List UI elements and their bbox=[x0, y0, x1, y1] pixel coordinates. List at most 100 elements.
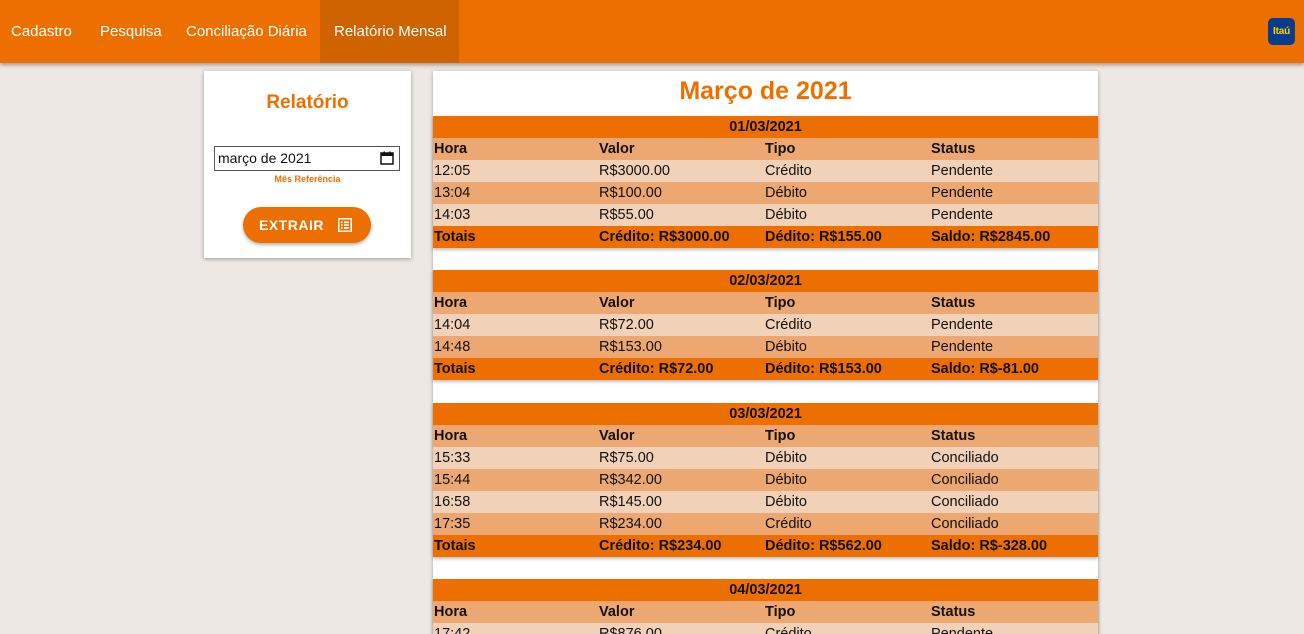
table-row: 12:05 R$3000.00 Crédito Pendente bbox=[433, 160, 1098, 182]
table-cell: 17:35 bbox=[434, 516, 471, 532]
table-cell: Débito bbox=[765, 207, 807, 223]
monthly-report: Março de 2021 01/03/2021 Hora Valor Tipo Sta… bbox=[433, 71, 1098, 634]
table-row: 14:48 R$153.00 Débito Pendente bbox=[433, 336, 1098, 358]
report-title: Março de 2021 bbox=[679, 77, 852, 105]
table-cell: Conciliado bbox=[931, 472, 999, 488]
totals-cell: Saldo: R$-81.00 bbox=[931, 361, 1039, 377]
table-row: 14:04 R$72.00 Crédito Pendente bbox=[433, 314, 1098, 336]
totals-cell: Dédito: R$562.00 bbox=[765, 538, 882, 554]
column-header: Status bbox=[931, 428, 976, 444]
calendar-icon[interactable] bbox=[380, 151, 394, 165]
table-cell: R$342.00 bbox=[599, 472, 662, 488]
table-cell: Débito bbox=[765, 450, 807, 466]
table-cell: R$876.00 bbox=[599, 626, 662, 634]
nav-item-pesquisa[interactable]: Pesquisa bbox=[86, 0, 176, 63]
table-cell: Crédito bbox=[765, 163, 812, 179]
table-cell: Crédito bbox=[765, 317, 812, 333]
list-icon bbox=[338, 218, 352, 232]
totals-cell: Saldo: R$-328.00 bbox=[931, 538, 1048, 554]
table-cell: R$72.00 bbox=[599, 317, 654, 333]
table-cell: Crédito bbox=[765, 626, 812, 634]
column-header: Tipo bbox=[765, 141, 796, 157]
table-cell: 13:04 bbox=[434, 185, 471, 201]
totals-cell: Totais bbox=[434, 538, 476, 554]
month-input-value: março de 2021 bbox=[218, 150, 312, 166]
table-row: 15:33 R$75.00 Débito Conciliado bbox=[433, 447, 1098, 469]
table-cell: 14:04 bbox=[434, 317, 471, 333]
day-date-header: 04/03/2021 bbox=[433, 579, 1098, 601]
nav-item-conciliacao-diaria[interactable]: Conciliação Diária bbox=[172, 0, 321, 63]
day-table: 01/03/2021 Hora Valor Tipo Status 12:05 R$3000… bbox=[433, 116, 1098, 248]
totals-row: Totais Crédito: R$3000.00 Dédito: R$155.00… bbox=[433, 226, 1098, 248]
table-cell: Débito bbox=[765, 494, 807, 510]
extract-button[interactable]: EXTRAIR bbox=[243, 207, 371, 243]
table-cell: R$3000.00 bbox=[599, 163, 670, 179]
totals-cell: Crédito: R$72.00 bbox=[599, 361, 714, 377]
table-cell: 15:44 bbox=[434, 472, 471, 488]
month-input[interactable]: março de 2021 bbox=[214, 146, 400, 171]
column-header-row: Hora Valor Tipo Status bbox=[433, 601, 1098, 623]
table-row: 17:42 R$876.00 Crédito Pendente bbox=[433, 623, 1098, 634]
day-date-header: 03/03/2021 bbox=[433, 403, 1098, 425]
table-row: 16:58 R$145.00 Débito Conciliado bbox=[433, 491, 1098, 513]
table-cell: 16:58 bbox=[434, 494, 471, 510]
day-table: 02/03/2021 Hora Valor Tipo Status 14:04 R$72.0… bbox=[433, 270, 1098, 380]
column-header: Tipo bbox=[765, 428, 796, 444]
filter-card-title: Relatório bbox=[266, 92, 349, 113]
table-cell: Pendente bbox=[931, 317, 994, 333]
totals-cell: Dédito: R$155.00 bbox=[765, 229, 882, 245]
table-cell: Débito bbox=[765, 185, 807, 201]
table-cell: R$234.00 bbox=[599, 516, 662, 532]
totals-row: Totais Crédito: R$72.00 Dédito: R$153.00 Sa… bbox=[433, 358, 1098, 380]
itau-logo: Itaú bbox=[1268, 18, 1295, 45]
day-date-header: 02/03/2021 bbox=[433, 270, 1098, 292]
table-cell: 17:42 bbox=[434, 626, 471, 634]
nav-item-relatorio-mensal[interactable]: Relatório Mensal bbox=[320, 0, 459, 63]
report-filter-card: Relatório março de 2021 Mês Referência E… bbox=[204, 71, 411, 258]
column-header: Valor bbox=[599, 295, 635, 311]
table-cell: R$145.00 bbox=[599, 494, 662, 510]
table-cell: Débito bbox=[765, 472, 807, 488]
table-cell: Pendente bbox=[931, 339, 994, 355]
column-header-row: Hora Valor Tipo Status bbox=[433, 292, 1098, 314]
table-cell: Pendente bbox=[931, 163, 994, 179]
totals-cell: Saldo: R$2845.00 bbox=[931, 229, 1051, 245]
table-cell: Crédito bbox=[765, 516, 812, 532]
column-header-row: Hora Valor Tipo Status bbox=[433, 425, 1098, 447]
table-cell: R$55.00 bbox=[599, 207, 654, 223]
column-header: Tipo bbox=[765, 604, 796, 620]
day-date-header: 01/03/2021 bbox=[433, 116, 1098, 138]
day-table: 04/03/2021 Hora Valor Tipo Status 17:42 R$876.… bbox=[433, 579, 1098, 634]
table-row: 14:03 R$55.00 Débito Pendente bbox=[433, 204, 1098, 226]
extract-button-label: EXTRAIR bbox=[259, 217, 324, 233]
table-row: 13:04 R$100.00 Débito Pendente bbox=[433, 182, 1098, 204]
table-cell: Conciliado bbox=[931, 494, 999, 510]
day-table: 03/03/2021 Hora Valor Tipo Status 15:33 R$75.0… bbox=[433, 403, 1098, 557]
column-header: Status bbox=[931, 295, 976, 311]
column-header-row: Hora Valor Tipo Status bbox=[433, 138, 1098, 160]
column-header: Tipo bbox=[765, 295, 796, 311]
totals-cell: Crédito: R$234.00 bbox=[599, 538, 722, 554]
table-cell: Pendente bbox=[931, 185, 994, 201]
table-cell: Pendente bbox=[931, 207, 994, 223]
column-header: Hora bbox=[434, 604, 468, 620]
totals-row: Totais Crédito: R$234.00 Dédito: R$562.00 S… bbox=[433, 535, 1098, 557]
table-row: 17:35 R$234.00 Crédito Conciliado bbox=[433, 513, 1098, 535]
totals-cell: Dédito: R$153.00 bbox=[765, 361, 882, 377]
column-header: Hora bbox=[434, 141, 468, 157]
column-header: Status bbox=[931, 604, 976, 620]
table-cell: Débito bbox=[765, 339, 807, 355]
totals-cell: Totais bbox=[434, 361, 476, 377]
table-cell: 14:03 bbox=[434, 207, 471, 223]
totals-cell: Totais bbox=[434, 229, 476, 245]
totals-cell: Crédito: R$3000.00 bbox=[599, 229, 730, 245]
column-header: Hora bbox=[434, 428, 468, 444]
column-header: Valor bbox=[599, 141, 635, 157]
table-cell: 12:05 bbox=[434, 163, 471, 179]
table-cell: 15:33 bbox=[434, 450, 471, 466]
column-header: Hora bbox=[434, 295, 468, 311]
column-header: Valor bbox=[599, 604, 635, 620]
nav-item-cadastro[interactable]: Cadastro bbox=[0, 0, 86, 63]
column-header: Status bbox=[931, 141, 976, 157]
table-cell: Pendente bbox=[931, 626, 994, 634]
